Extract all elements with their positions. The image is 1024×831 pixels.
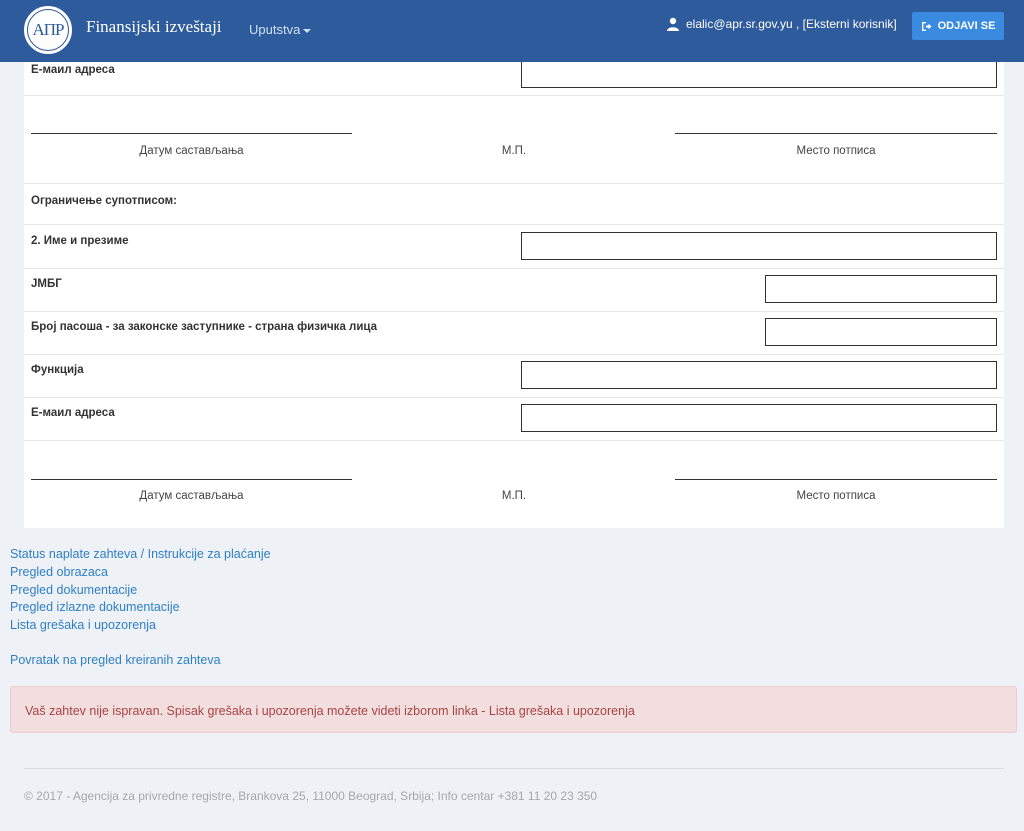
restriction-row: Ограничење супотписом:: [24, 184, 1004, 225]
restriction-label: Ограничење супотписом:: [31, 195, 177, 207]
email-input-top[interactable]: [521, 62, 997, 88]
footer-divider: [24, 768, 1004, 769]
action-links: Status naplate zahteva / Instrukcije za …: [10, 546, 271, 635]
name-row: 2. Име и презиме: [24, 225, 1004, 269]
user-info: elalic@apr.sr.gov.yu , [Eksterni korisni…: [666, 17, 897, 31]
email-input[interactable]: [521, 404, 997, 432]
apr-logo[interactable]: АПР: [24, 6, 72, 54]
caret-down-icon: [303, 28, 312, 33]
user-label: elalic@apr.sr.gov.yu , [Eksterni korisni…: [686, 17, 897, 31]
name-input[interactable]: [521, 232, 997, 260]
top-navbar: АПР Finansijski izveštaji Uputstva elali…: [0, 0, 1024, 62]
signature-block-1: Датум састављања М.П. Место потписа: [24, 96, 1004, 184]
footer-text: © 2017 - Agencija za privredne registre,…: [24, 789, 598, 803]
signature-block-2: Датум састављања М.П. Место потписа: [24, 441, 1004, 528]
user-icon: [667, 17, 679, 31]
link-documentation-overview[interactable]: Pregled dokumentacije: [10, 582, 271, 600]
place-line-2: [675, 479, 997, 480]
function-input[interactable]: [521, 361, 997, 389]
link-payment-status[interactable]: Status naplate zahteva / Instrukcije za …: [10, 546, 271, 564]
stamp-caption-1: М.П.: [501, 145, 527, 157]
menu-uputstva[interactable]: Uputstva: [249, 22, 312, 37]
jmbg-row: ЈМБГ: [24, 269, 1004, 312]
date-caption-2: Датум састављања: [139, 490, 244, 502]
app-title[interactable]: Finansijski izveštaji: [86, 17, 222, 37]
jmbg-input[interactable]: [765, 275, 997, 303]
stamp-caption-2: М.П.: [501, 490, 527, 502]
jmbg-label: ЈМБГ: [31, 278, 62, 290]
name-label: 2. Име и презиме: [31, 235, 129, 247]
sign-out-icon: [921, 21, 932, 31]
date-caption-1: Датум састављања: [139, 145, 244, 157]
logo-mark: АПР: [27, 9, 69, 51]
function-label: Функција: [31, 364, 84, 376]
date-line-2: [31, 479, 352, 480]
date-line-1: [31, 133, 352, 134]
function-row: Функција: [24, 355, 1004, 398]
place-caption-1: Место потписа: [796, 145, 876, 157]
link-output-documentation[interactable]: Pregled izlazne dokumentacije: [10, 599, 271, 617]
logout-label: ODJAVI SE: [937, 20, 996, 32]
link-errors-warnings[interactable]: Lista grešaka i upozorenja: [10, 617, 271, 635]
signature-form-panel: Е-маил адреса Датум састављања М.П. Мест…: [24, 62, 1004, 528]
email-row: Е-маил адреса: [24, 398, 1004, 441]
email-label-top: Е-маил адреса: [31, 64, 115, 76]
passport-row: Број пасоша - за законске заступнике - с…: [24, 312, 1004, 355]
menu-uputstva-label: Uputstva: [249, 22, 301, 37]
logout-button[interactable]: ODJAVI SE: [912, 12, 1004, 40]
passport-input[interactable]: [765, 318, 997, 346]
error-alert-message: Vaš zahtev nije ispravan. Spisak grešaka…: [25, 704, 635, 718]
email-row-top: Е-маил адреса: [24, 62, 1004, 96]
email-label: Е-маил адреса: [31, 407, 115, 419]
link-back-to-requests[interactable]: Povratak na pregled kreiranih zahteva: [10, 653, 221, 667]
place-line-1: [675, 133, 997, 134]
link-forms-overview[interactable]: Pregled obrazaca: [10, 564, 271, 582]
passport-label: Број пасоша - за законске заступнике - с…: [31, 321, 378, 333]
error-alert: Vaš zahtev nije ispravan. Spisak grešaka…: [10, 686, 1017, 733]
place-caption-2: Место потписа: [796, 490, 876, 502]
